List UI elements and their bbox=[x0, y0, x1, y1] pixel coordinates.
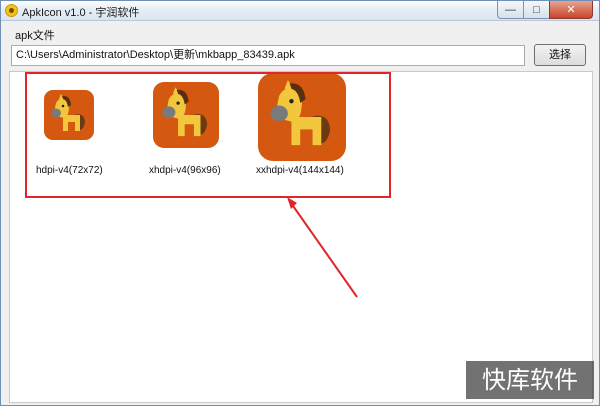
close-button[interactable]: ✕ bbox=[549, 1, 593, 19]
watermark-logo: 快库软件 bbox=[466, 361, 594, 399]
select-file-button[interactable]: 选择 bbox=[534, 44, 586, 66]
pointer-arrow bbox=[287, 197, 358, 298]
minimize-button[interactable]: — bbox=[497, 1, 523, 19]
app-logo-icon bbox=[5, 4, 18, 17]
apk-path-input[interactable]: C:\Users\Administrator\Desktop\更新\mkbapp… bbox=[11, 45, 525, 66]
maximize-button[interactable]: □ bbox=[523, 1, 549, 19]
app-window: ApkIcon v1.0 - 宇润软件 — □ ✕ apk文件 C:\Users… bbox=[0, 0, 600, 406]
window-title: ApkIcon v1.0 - 宇润软件 bbox=[22, 7, 140, 19]
highlight-box bbox=[25, 72, 391, 198]
apk-file-label: apk文件 bbox=[15, 30, 55, 42]
window-controls: — □ ✕ bbox=[497, 1, 593, 19]
title-bar[interactable]: ApkIcon v1.0 - 宇润软件 — □ ✕ bbox=[1, 1, 599, 21]
